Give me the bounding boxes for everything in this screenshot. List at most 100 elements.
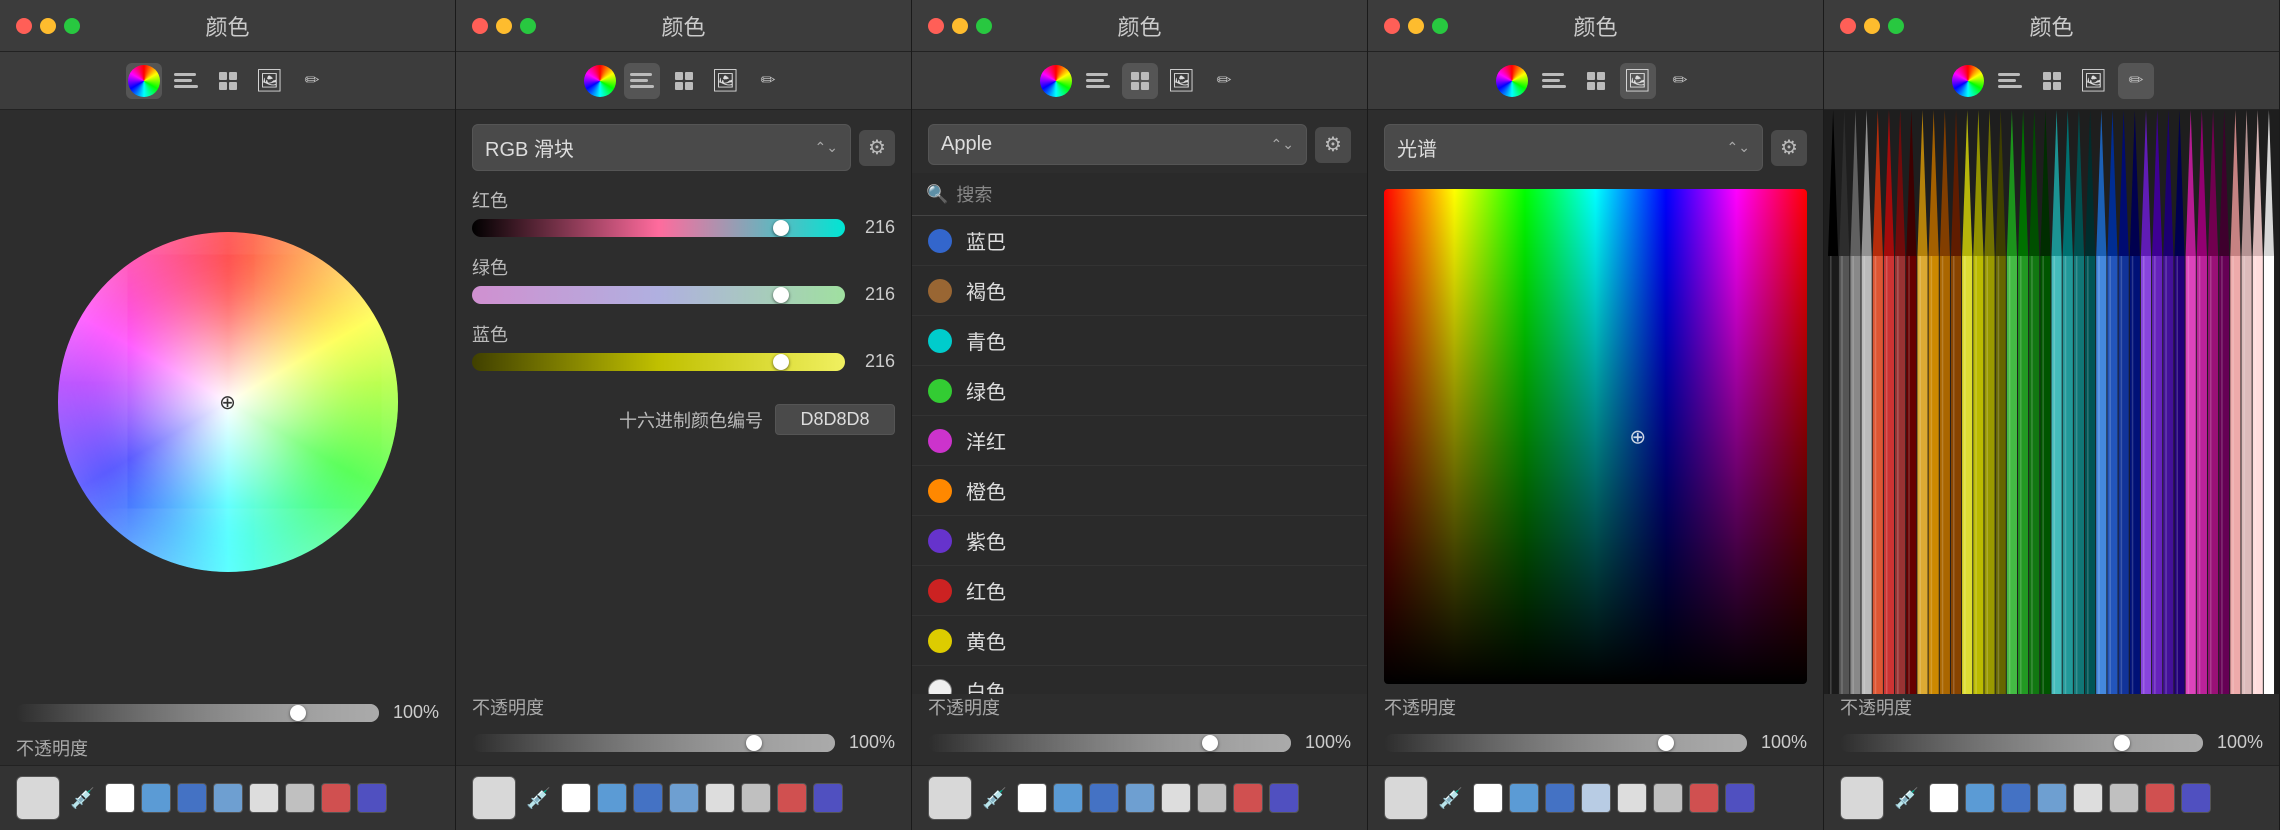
- color-item-7[interactable]: 红色: [912, 566, 1367, 616]
- swatch-3-1[interactable]: [1053, 783, 1083, 813]
- tool-image-2[interactable]: 🖼: [708, 63, 744, 99]
- swatch-5-3[interactable]: [2037, 783, 2067, 813]
- tool-sliders-2[interactable]: [624, 63, 660, 99]
- gear-button-3[interactable]: ⚙: [1315, 127, 1351, 163]
- tool-crayons-1[interactable]: ✏: [294, 63, 330, 99]
- swatch-1-0[interactable]: [105, 783, 135, 813]
- swatch-2-4[interactable]: [705, 783, 735, 813]
- current-swatch-4[interactable]: [1384, 776, 1428, 820]
- gear-button-2[interactable]: ⚙: [859, 130, 895, 166]
- eyedropper-1[interactable]: 💉: [66, 782, 99, 815]
- color-wheel[interactable]: ⊕: [58, 232, 398, 572]
- swatch-3-5[interactable]: [1197, 783, 1227, 813]
- tool-wheel-1[interactable]: [126, 63, 162, 99]
- eyedropper-3[interactable]: 💉: [978, 782, 1011, 815]
- tool-grid-3[interactable]: [1122, 63, 1158, 99]
- swatch-4-5[interactable]: [1653, 783, 1683, 813]
- swatch-3-0[interactable]: [1017, 783, 1047, 813]
- close-button-1[interactable]: [16, 18, 32, 34]
- swatch-4-3[interactable]: [1581, 783, 1611, 813]
- color-item-0[interactable]: 蓝巴: [912, 216, 1367, 266]
- swatch-2-3[interactable]: [669, 783, 699, 813]
- minimize-button-3[interactable]: [952, 18, 968, 34]
- close-button-2[interactable]: [472, 18, 488, 34]
- color-item-4[interactable]: 洋红: [912, 416, 1367, 466]
- swatch-4-2[interactable]: [1545, 783, 1575, 813]
- color-item-5[interactable]: 橙色: [912, 466, 1367, 516]
- tool-image-3[interactable]: 🖼: [1164, 63, 1200, 99]
- swatch-2-5[interactable]: [741, 783, 771, 813]
- tool-image-1[interactable]: 🖼: [252, 63, 288, 99]
- tool-image-5[interactable]: 🖼: [2076, 63, 2112, 99]
- current-swatch-5[interactable]: [1840, 776, 1884, 820]
- minimize-button-5[interactable]: [1864, 18, 1880, 34]
- swatch-3-2[interactable]: [1089, 783, 1119, 813]
- close-button-4[interactable]: [1384, 18, 1400, 34]
- swatch-1-2[interactable]: [177, 783, 207, 813]
- close-button-5[interactable]: [1840, 18, 1856, 34]
- tool-sliders-3[interactable]: [1080, 63, 1116, 99]
- swatch-2-2[interactable]: [633, 783, 663, 813]
- tool-sliders-5[interactable]: [1992, 63, 2028, 99]
- swatch-4-7[interactable]: [1725, 783, 1755, 813]
- color-item-3[interactable]: 绿色: [912, 366, 1367, 416]
- tool-grid-4[interactable]: [1578, 63, 1614, 99]
- swatch-1-1[interactable]: [141, 783, 171, 813]
- swatch-5-0[interactable]: [1929, 783, 1959, 813]
- tool-sliders-1[interactable]: [168, 63, 204, 99]
- eyedropper-2[interactable]: 💉: [522, 782, 555, 815]
- tool-wheel-3[interactable]: [1038, 63, 1074, 99]
- swatch-5-7[interactable]: [2181, 783, 2211, 813]
- eyedropper-4[interactable]: 💉: [1434, 782, 1467, 815]
- opacity-slider-5[interactable]: [1840, 734, 2203, 752]
- tool-wheel-4[interactable]: [1494, 63, 1530, 99]
- hex-input[interactable]: [775, 404, 895, 435]
- swatch-1-7[interactable]: [357, 783, 387, 813]
- slider-red-track[interactable]: [472, 219, 845, 237]
- current-swatch-2[interactable]: [472, 776, 516, 820]
- swatch-1-6[interactable]: [321, 783, 351, 813]
- swatch-5-4[interactable]: [2073, 783, 2103, 813]
- current-swatch-1[interactable]: [16, 776, 60, 820]
- swatch-4-0[interactable]: [1473, 783, 1503, 813]
- opacity-slider-2[interactable]: [472, 734, 835, 752]
- minimize-button-4[interactable]: [1408, 18, 1424, 34]
- swatch-1-5[interactable]: [285, 783, 315, 813]
- tool-crayons-4[interactable]: ✏: [1662, 63, 1698, 99]
- color-item-1[interactable]: 褐色: [912, 266, 1367, 316]
- swatch-4-4[interactable]: [1617, 783, 1647, 813]
- swatch-5-6[interactable]: [2145, 783, 2175, 813]
- tool-grid-2[interactable]: [666, 63, 702, 99]
- minimize-button-2[interactable]: [496, 18, 512, 34]
- tool-crayons-3[interactable]: ✏: [1206, 63, 1242, 99]
- color-item-9[interactable]: 白色: [912, 666, 1367, 694]
- eyedropper-5[interactable]: 💉: [1890, 782, 1923, 815]
- crayons-container[interactable]: [1824, 110, 2279, 694]
- mode-dropdown-3[interactable]: Apple ⌃⌄: [928, 124, 1307, 165]
- tool-wheel-2[interactable]: [582, 63, 618, 99]
- swatch-4-1[interactable]: [1509, 783, 1539, 813]
- tool-wheel-5[interactable]: [1950, 63, 1986, 99]
- swatch-2-7[interactable]: [813, 783, 843, 813]
- swatch-1-3[interactable]: [213, 783, 243, 813]
- tool-crayons-5[interactable]: ✏: [2118, 63, 2154, 99]
- maximize-button-5[interactable]: [1888, 18, 1904, 34]
- tool-grid-1[interactable]: [210, 63, 246, 99]
- maximize-button-3[interactable]: [976, 18, 992, 34]
- mode-dropdown-2[interactable]: RGB 滑块 ⌃⌄: [472, 124, 851, 171]
- swatch-5-1[interactable]: [1965, 783, 1995, 813]
- maximize-button-1[interactable]: [64, 18, 80, 34]
- close-button-3[interactable]: [928, 18, 944, 34]
- slider-blue-track[interactable]: [472, 353, 845, 371]
- swatch-2-6[interactable]: [777, 783, 807, 813]
- opacity-slider-4[interactable]: [1384, 734, 1747, 752]
- tool-grid-5[interactable]: [2034, 63, 2070, 99]
- search-input-3[interactable]: 搜索: [956, 181, 992, 207]
- swatch-2-1[interactable]: [597, 783, 627, 813]
- color-item-2[interactable]: 青色: [912, 316, 1367, 366]
- color-item-8[interactable]: 黄色: [912, 616, 1367, 666]
- gear-button-4[interactable]: ⚙: [1771, 130, 1807, 166]
- opacity-slider-3[interactable]: [928, 734, 1291, 752]
- swatch-3-3[interactable]: [1125, 783, 1155, 813]
- mode-dropdown-4[interactable]: 光谱 ⌃⌄: [1384, 124, 1763, 171]
